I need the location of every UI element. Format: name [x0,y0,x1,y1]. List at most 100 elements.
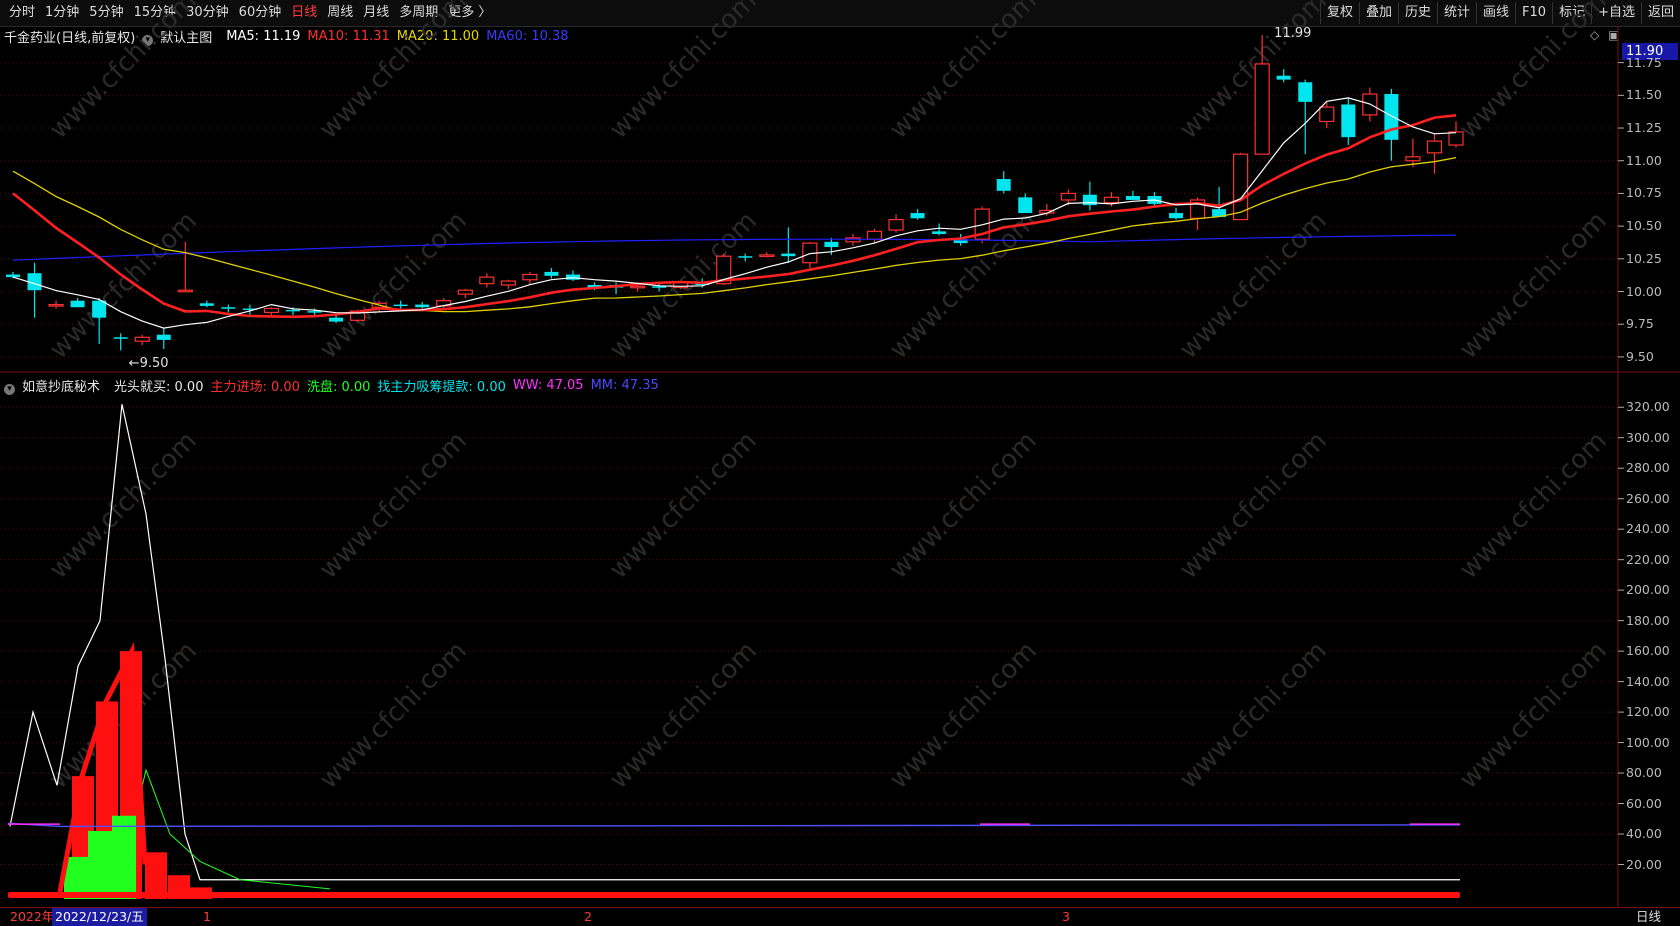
toolbar-button-6[interactable]: 标记 [1552,2,1591,24]
candle-body [479,276,495,285]
toolbar-button-0[interactable]: 复权 [1319,2,1359,24]
tab-period-1[interactable]: 1分钟 [40,0,84,26]
tab-period-6[interactable]: 日线 [286,0,322,26]
chevron-down-icon: ▾ [4,383,15,395]
indicator-selector[interactable]: ▾ 如意抄底秘术 [4,376,107,395]
candle-body [156,334,171,340]
ma5-value: MA5: 11.19 [226,28,301,44]
indicator-legend: ▾ 如意抄底秘术 光头就买: 0.00 主力进场: 0.00 洗盘: 0.00 找… [4,376,666,395]
tab-period-7[interactable]: 周线 [322,0,358,26]
candle-body [1298,82,1313,102]
candle-body [285,309,300,312]
zljc-bar [72,776,94,899]
candle-body [1426,140,1443,154]
candle-body [1384,94,1399,140]
toolbar-button-4[interactable]: 画线 [1476,2,1515,24]
zztk-value: 找主力吸筹提款: 0.00 [377,379,506,395]
indicator-tick: 100.00 [1626,734,1670,750]
candle-body [996,179,1011,191]
candle-body [242,308,257,311]
gtjm-baseline [8,892,1460,898]
candle-body [1212,209,1227,217]
watermark: www.cfchi.com [604,426,763,585]
candle-body [629,285,646,289]
toolbar-button-1[interactable]: 叠加 [1358,2,1398,24]
indicator-tick: 140.00 [1626,673,1670,689]
candle-body [436,300,452,307]
ma5-line [12,97,1457,329]
watermark: www.cfchi.com [44,636,203,795]
candle-body [113,337,128,339]
toolbar-button-3[interactable]: 统计 [1437,2,1476,24]
candle-body [1039,209,1055,214]
date-axis: 2022年 2022/12/23/五 1 2 3 日线 [0,907,1680,926]
tab-period-10[interactable]: 更多 〉 [443,0,496,26]
watermark: www.cfchi.com [1174,426,1333,585]
zljc-bar [96,701,118,899]
candle-body [910,213,925,219]
ww-value: WW: 47.05 [512,377,584,393]
zljc-bar [120,651,142,899]
tab-period-3[interactable]: 15分钟 [129,0,182,26]
tab-period-8[interactable]: 月线 [358,0,394,26]
candle-body [199,303,214,306]
candle-body [263,307,280,314]
high-price-label: 11.99 [1274,26,1311,41]
xp-bar [112,815,136,899]
zljc-value: 主力进场: 0.00 [210,379,300,395]
window-icon[interactable]: ▣ [1608,28,1619,42]
watermark: www.cfchi.com [44,206,203,365]
indicator-axis: 320.00 300.00 280.00 260.00 240.00 220.00 200.… [1622,0,1680,907]
diamond-icon[interactable]: ◇ [1590,28,1599,42]
indicator-tick: 120.00 [1626,704,1670,720]
indicator-tick: 20.00 [1626,856,1662,872]
watermark: www.cfchi.com [1174,206,1333,365]
candle-body [1018,197,1033,214]
watermark: www.cfchi.com [884,206,1043,365]
candle-body [70,300,85,308]
candle-body [1405,156,1421,162]
candle-body [393,304,408,307]
candle-body [1169,213,1184,219]
candle-body [587,284,602,288]
candle-body [177,289,193,293]
xp-bar [88,830,112,899]
watermark: www.cfchi.com [1454,636,1613,795]
tab-period-2[interactable]: 5分钟 [84,0,128,26]
stock-name[interactable]: 千金药业(日线,前复权) [4,27,135,46]
watermark: www.cfchi.com [1454,206,1613,365]
watermark: www.cfchi.com [314,636,473,795]
tab-period-5[interactable]: 60分钟 [234,0,287,26]
low-price-label: ←9.50 [129,356,169,371]
ma20-line [12,156,1457,313]
candle-body [1233,153,1249,221]
indicator-tick: 40.00 [1626,826,1662,842]
ma10-line [12,114,1457,319]
candle-body [522,273,538,281]
candle-body [500,280,516,286]
cursor-date: 2022/12/23/五 [52,908,147,926]
tab-period-4[interactable]: 30分钟 [181,0,234,26]
period-label[interactable]: 日线 [1636,908,1661,926]
candle-body [974,208,990,240]
mm-line [7,822,1461,828]
candle-body [716,255,732,285]
toolbar-button-5[interactable]: F10 [1515,2,1552,24]
month-label-2: 2 [584,909,592,924]
tab-period-0[interactable]: 分时 [4,0,40,26]
toolbar-button-2[interactable]: 历史 [1397,2,1437,24]
ma20-value: MA20: 11.00 [396,28,480,44]
ma60-value: MA60: 10.38 [486,28,569,44]
tab-period-9[interactable]: 多周期 [394,0,443,26]
watermark: www.cfchi.com [314,206,473,365]
candle-body [866,230,883,240]
candle-body [781,253,796,257]
indicator-tick: 280.00 [1626,460,1670,476]
indicator-green-line [119,768,331,890]
zljc-bar [168,875,190,899]
template-selector[interactable]: ▾ 默认主图 [142,27,219,46]
candle-body [415,304,430,308]
watermark: www.cfchi.com [884,636,1043,795]
zljc-line [57,641,148,893]
indicator-title: 如意抄底秘术 [22,379,101,395]
